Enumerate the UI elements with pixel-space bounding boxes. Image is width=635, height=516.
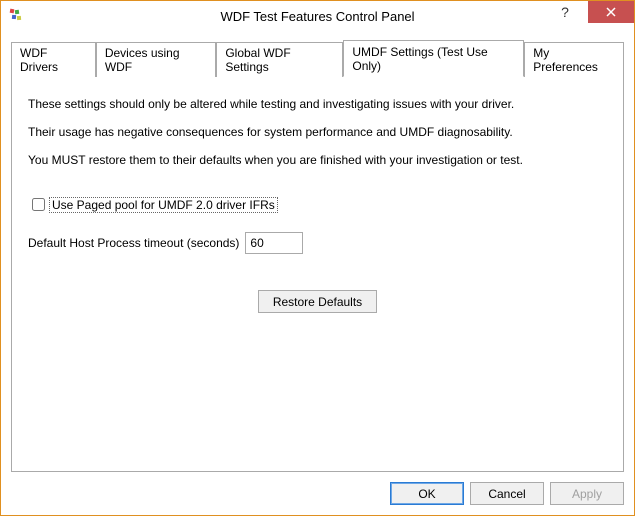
window-title: WDF Test Features Control Panel (1, 9, 634, 24)
intro-text-3: You MUST restore them to their defaults … (28, 153, 607, 167)
tab-devices-using-wdf[interactable]: Devices using WDF (96, 42, 217, 77)
button-label: Cancel (488, 487, 525, 501)
button-label: Apply (572, 487, 602, 501)
apply-button[interactable]: Apply (550, 482, 624, 505)
tab-label: UMDF Settings (Test Use Only) (352, 45, 487, 73)
paged-pool-row: Use Paged pool for UMDF 2.0 driver IFRs (28, 195, 607, 214)
button-label: OK (418, 487, 435, 501)
intro-text-1: These settings should only be altered wh… (28, 97, 607, 111)
tab-my-preferences[interactable]: My Preferences (524, 42, 624, 77)
dialog-footer: OK Cancel Apply (11, 472, 624, 505)
tab-label: WDF Drivers (20, 46, 58, 74)
tabstrip: WDF Drivers Devices using WDF Global WDF… (11, 39, 624, 76)
tab-label: My Preferences (533, 46, 598, 74)
close-button[interactable] (588, 1, 634, 23)
help-button[interactable]: ? (542, 1, 588, 23)
tabpanel-umdf-settings: These settings should only be altered wh… (11, 76, 624, 472)
titlebar: WDF Test Features Control Panel ? (1, 1, 634, 31)
tab-umdf-settings[interactable]: UMDF Settings (Test Use Only) (343, 40, 524, 77)
cancel-button[interactable]: Cancel (470, 482, 544, 505)
paged-pool-label: Use Paged pool for UMDF 2.0 driver IFRs (49, 197, 278, 213)
timeout-input[interactable] (245, 232, 303, 254)
tab-wdf-drivers[interactable]: WDF Drivers (11, 42, 96, 77)
app-icon (9, 8, 25, 24)
tab-global-wdf-settings[interactable]: Global WDF Settings (216, 42, 343, 77)
window-controls: ? (542, 1, 634, 31)
restore-defaults-button[interactable]: Restore Defaults (258, 290, 377, 313)
restore-defaults-wrap: Restore Defaults (28, 290, 607, 313)
client-area: WDF Drivers Devices using WDF Global WDF… (1, 31, 634, 515)
tab-label: Global WDF Settings (225, 46, 290, 74)
timeout-row: Default Host Process timeout (seconds) (28, 232, 607, 254)
ok-button[interactable]: OK (390, 482, 464, 505)
button-label: Restore Defaults (273, 295, 362, 309)
paged-pool-checkbox[interactable] (32, 198, 45, 211)
tab-label: Devices using WDF (105, 46, 180, 74)
timeout-label: Default Host Process timeout (seconds) (28, 236, 239, 250)
intro-text-2: Their usage has negative consequences fo… (28, 125, 607, 139)
